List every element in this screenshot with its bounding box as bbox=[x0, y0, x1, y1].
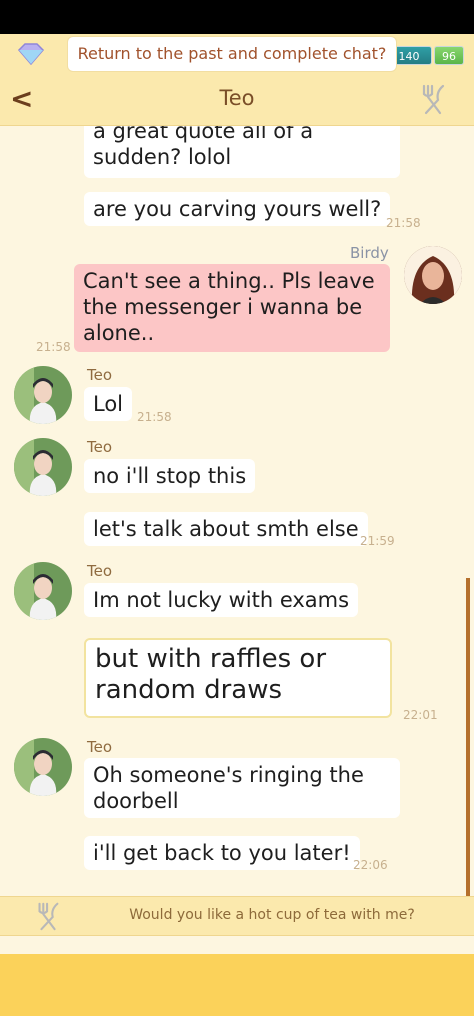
message-bubble: no i'll stop this bbox=[84, 459, 256, 493]
message-bubble: are you carving yours well? bbox=[84, 192, 391, 226]
cutlery-icon bbox=[38, 902, 59, 931]
notice-text: Would you like a hot cup of tea with me? bbox=[129, 907, 415, 923]
sender-name: Teo bbox=[87, 366, 113, 384]
diamond-icon[interactable] bbox=[16, 42, 46, 66]
message-bubble: i'll get back to you later! bbox=[84, 836, 360, 870]
footer-bar bbox=[0, 954, 474, 1016]
return-button[interactable]: Return to the past and complete chat? bbox=[67, 36, 397, 72]
message-bubble: but with raffles or random draws bbox=[84, 638, 392, 718]
message-time: 21:58 bbox=[386, 216, 421, 230]
message-time: 22:01 bbox=[403, 708, 438, 722]
chat-area[interactable]: a great quote all of a sudden? lolol are… bbox=[0, 126, 474, 896]
tea-notice[interactable]: Would you like a hot cup of tea with me? bbox=[0, 896, 474, 936]
cutlery-icon[interactable] bbox=[416, 82, 450, 116]
message-time: 22:06 bbox=[353, 858, 388, 872]
message-time: 21:58 bbox=[137, 410, 172, 424]
avatar[interactable] bbox=[14, 562, 72, 620]
footer bbox=[0, 936, 474, 1016]
battery-counter[interactable]: 96 bbox=[434, 46, 464, 65]
message-bubble: Can't see a thing.. Pls leave the messen… bbox=[74, 264, 390, 352]
sender-name: Birdy bbox=[350, 244, 389, 262]
message-time: 21:59 bbox=[360, 534, 395, 548]
sender-name: Teo bbox=[87, 562, 113, 580]
sender-name: Teo bbox=[87, 438, 113, 456]
message-bubble: let's talk about smth else bbox=[84, 512, 368, 546]
avatar[interactable] bbox=[14, 738, 72, 796]
message-bubble: Im not lucky with exams bbox=[84, 583, 359, 617]
avatar[interactable] bbox=[404, 246, 462, 304]
page-title: Teo bbox=[219, 86, 255, 110]
scrollbar[interactable] bbox=[466, 578, 470, 898]
message-bubble: Lol bbox=[84, 387, 133, 421]
chat-header: < Teo bbox=[0, 72, 474, 126]
message-bubble: Oh someone's ringing the doorbell bbox=[84, 758, 400, 818]
status-bar bbox=[0, 0, 474, 34]
message-time: 21:58 bbox=[36, 340, 71, 354]
avatar[interactable] bbox=[14, 438, 72, 496]
sender-name: Teo bbox=[87, 738, 113, 756]
message-bubble: a great quote all of a sudden? lolol bbox=[84, 126, 400, 178]
avatar[interactable] bbox=[14, 366, 72, 424]
